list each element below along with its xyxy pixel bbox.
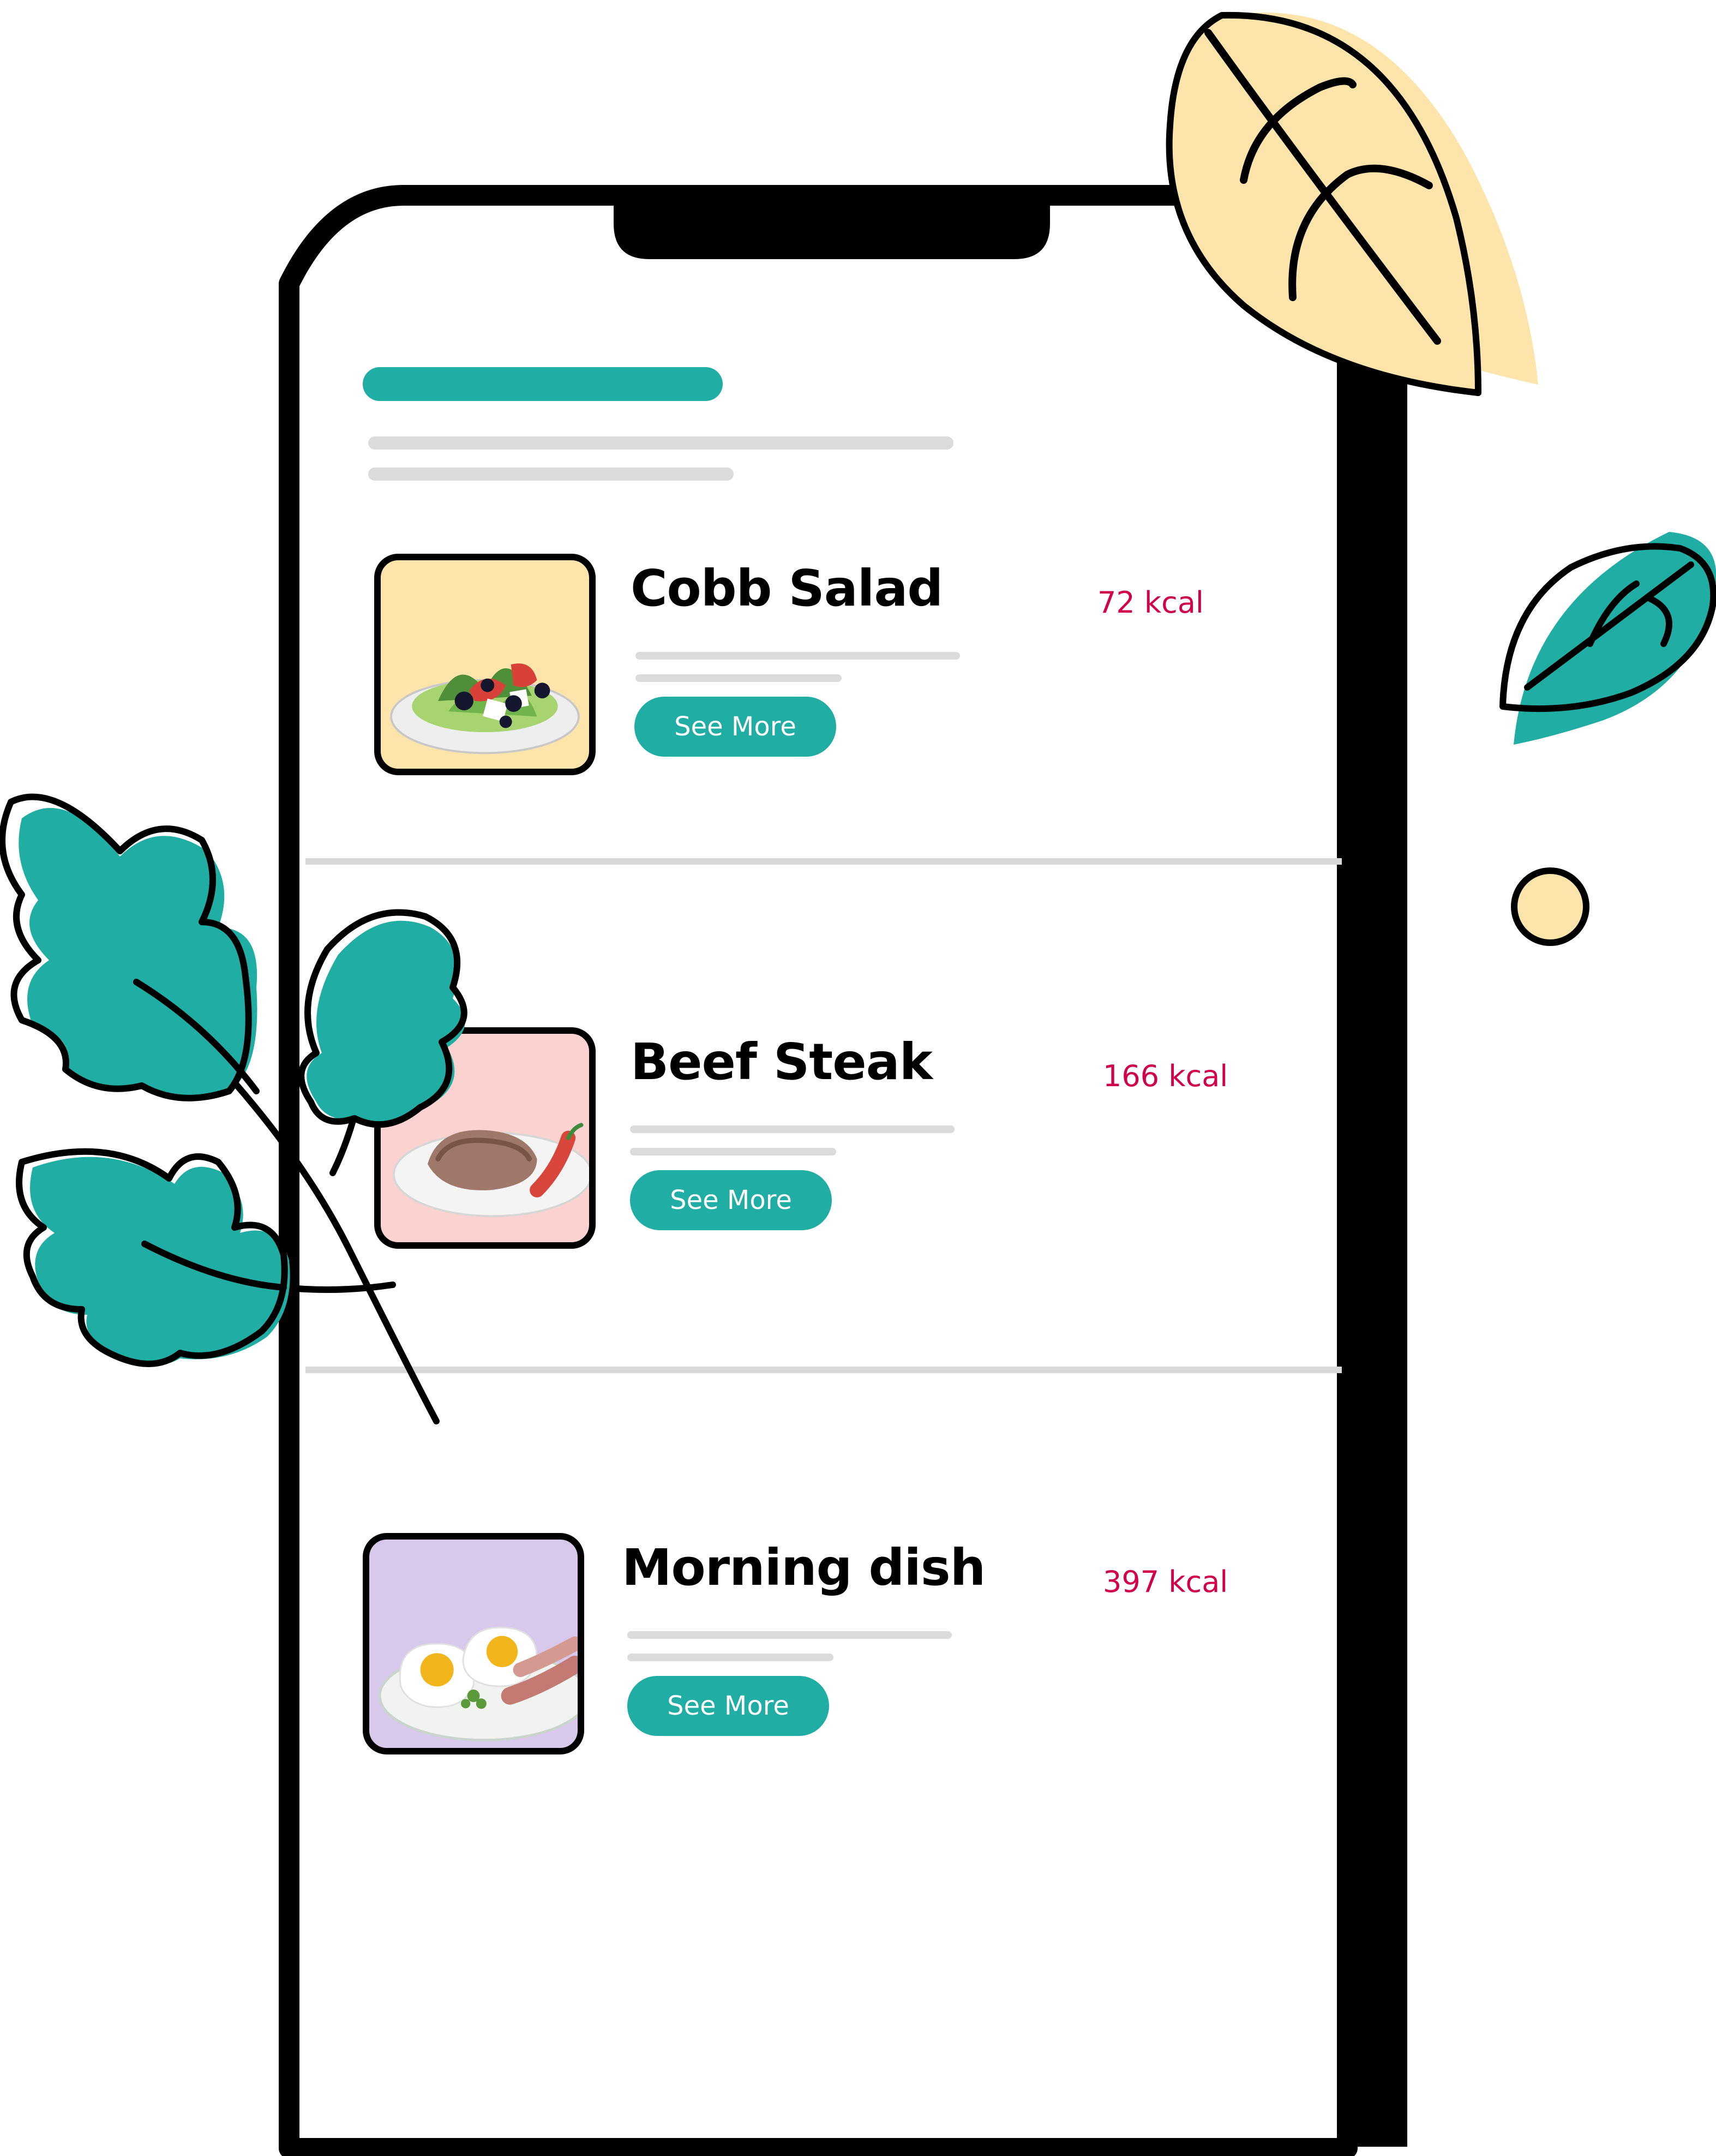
meal-description-line xyxy=(627,1631,952,1639)
meal-description-line xyxy=(630,1125,955,1133)
see-more-button[interactable]: See More xyxy=(627,1676,829,1736)
meal-title: Cobb Salad xyxy=(631,559,943,618)
meal-title: Morning dish xyxy=(622,1538,986,1597)
phone-screen: Cobb Salad See More 72 kcal Beef Steak S… xyxy=(305,207,1342,2149)
meal-card[interactable]: Cobb Salad See More 72 kcal xyxy=(305,554,1342,827)
meal-description-line xyxy=(630,1148,836,1155)
eggs-icon xyxy=(378,1626,578,1742)
meal-description-line xyxy=(627,1654,833,1661)
meal-card[interactable]: Beef Steak See More 166 kcal xyxy=(305,1027,1342,1300)
teal-leaf-icon xyxy=(1499,532,1716,745)
meal-calories: 166 kcal xyxy=(1103,1059,1228,1093)
list-divider xyxy=(305,1367,1342,1373)
header-placeholder-bar xyxy=(363,367,723,401)
yellow-dot-icon xyxy=(1511,867,1589,946)
meal-image xyxy=(374,1027,596,1249)
meal-calories: 397 kcal xyxy=(1103,1565,1228,1599)
meal-title: Beef Steak xyxy=(631,1033,933,1091)
see-more-button[interactable]: See More xyxy=(630,1170,832,1230)
meal-card[interactable]: Morning dish See More 397 kcal xyxy=(305,1533,1342,1806)
header-placeholder-line xyxy=(368,436,953,450)
header-placeholder-line xyxy=(368,468,734,481)
meal-calories: 72 kcal xyxy=(1097,585,1204,620)
salad-icon xyxy=(390,663,580,754)
meal-description-line xyxy=(635,652,960,660)
meal-image xyxy=(374,554,596,775)
steak-icon xyxy=(393,1123,589,1218)
see-more-button[interactable]: See More xyxy=(634,697,836,757)
meal-description-line xyxy=(635,674,842,682)
meal-image xyxy=(363,1533,584,1754)
list-divider xyxy=(305,858,1342,865)
